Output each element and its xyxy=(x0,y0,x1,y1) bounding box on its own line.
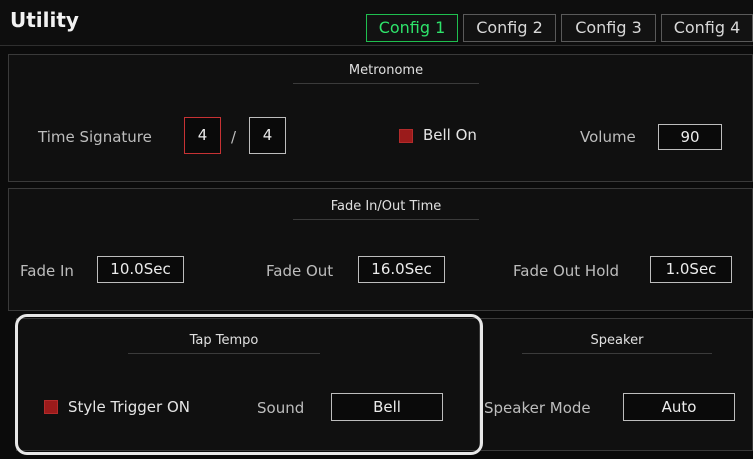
time-signature-label: Time Signature xyxy=(38,128,152,146)
sound-field[interactable]: Bell xyxy=(331,393,443,421)
page-title: Utility xyxy=(10,8,79,32)
fade-out-label: Fade Out xyxy=(266,262,334,280)
header-divider xyxy=(0,45,753,46)
fade-title: Fade In/Out Time xyxy=(293,199,479,220)
time-signature-numerator-field[interactable]: 4 xyxy=(184,117,221,154)
bell-on-label: Bell On xyxy=(423,126,477,144)
volume-field[interactable]: 90 xyxy=(658,124,722,150)
speaker-mode-label: Speaker Mode xyxy=(484,399,591,417)
fade-in-label: Fade In xyxy=(20,262,74,280)
fade-out-hold-label: Fade Out Hold xyxy=(513,262,620,280)
volume-label: Volume xyxy=(580,128,636,146)
fade-out-hold-field[interactable]: 1.0Sec xyxy=(650,256,732,283)
header-bar: Utility Config 1 Config 2 Config 3 Confi… xyxy=(0,0,753,46)
speaker-title: Speaker xyxy=(522,333,712,354)
style-trigger-label: Style Trigger ON xyxy=(68,398,190,416)
tab-config-1[interactable]: Config 1 xyxy=(366,14,458,42)
tab-config-3[interactable]: Config 3 xyxy=(561,14,656,42)
time-signature-separator: / xyxy=(231,128,237,146)
speaker-mode-field[interactable]: Auto xyxy=(623,393,735,421)
fade-out-field[interactable]: 16.0Sec xyxy=(358,256,445,283)
bell-on-checkbox[interactable] xyxy=(399,129,413,143)
tab-config-4[interactable]: Config 4 xyxy=(661,14,753,42)
time-signature-denominator-field[interactable]: 4 xyxy=(249,117,286,154)
tap-tempo-title: Tap Tempo xyxy=(128,333,320,354)
tab-config-2[interactable]: Config 2 xyxy=(463,14,556,42)
fade-in-field[interactable]: 10.0Sec xyxy=(97,256,184,283)
sound-label: Sound xyxy=(257,399,305,417)
style-trigger-checkbox[interactable] xyxy=(44,400,58,414)
metronome-title: Metronome xyxy=(293,63,479,84)
